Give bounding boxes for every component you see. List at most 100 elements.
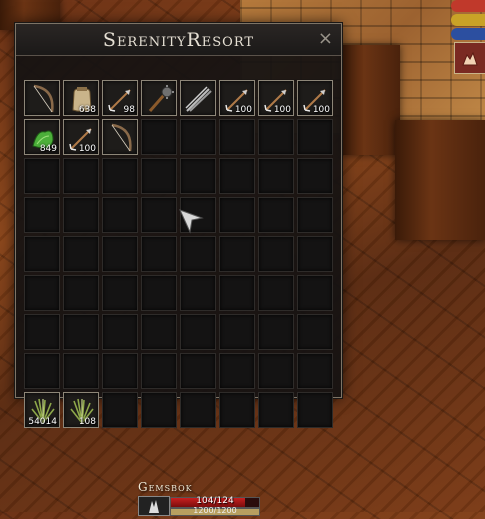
inventory-slot-empty[interactable] (180, 353, 216, 389)
inventory-slot-empty[interactable] (219, 392, 255, 428)
health-text: 104/124 (196, 496, 234, 506)
item-quantity: 849 (39, 144, 57, 154)
inventory-slot-empty[interactable] (141, 158, 177, 194)
mace-icon (148, 85, 174, 112)
item-quantity: 638 (78, 105, 96, 115)
inventory-slot-empty[interactable] (180, 392, 216, 428)
inventory-slot-empty[interactable] (24, 158, 60, 194)
window-titlebar[interactable]: SerenityResort × (16, 24, 341, 56)
scene-beam (340, 45, 400, 155)
item-quantity: 54014 (28, 417, 57, 427)
inventory-slot-item[interactable]: 100 (297, 80, 333, 116)
inventory-slot-item[interactable]: 100 (63, 119, 99, 155)
inventory-slot-empty[interactable] (297, 275, 333, 311)
inventory-slot-empty[interactable] (141, 236, 177, 272)
target-frame: Gemsbok 104/124 1200/1200 (138, 480, 263, 516)
inventory-slot-empty[interactable] (297, 353, 333, 389)
mouse-cursor-icon (179, 209, 204, 234)
scene-beam (395, 120, 485, 240)
inventory-slot-empty[interactable] (297, 392, 333, 428)
inventory-slot-empty[interactable] (258, 236, 294, 272)
inventory-slot-empty[interactable] (63, 314, 99, 350)
inventory-slot-item[interactable] (24, 80, 60, 116)
inventory-slot-empty[interactable] (180, 314, 216, 350)
item-quantity: 100 (234, 105, 252, 115)
inventory-slot-empty[interactable] (219, 197, 255, 233)
inventory-slot-empty[interactable] (141, 353, 177, 389)
inventory-slot-empty[interactable] (102, 392, 138, 428)
inventory-slot-empty[interactable] (24, 353, 60, 389)
inventory-slot-empty[interactable] (297, 197, 333, 233)
inventory-slot-empty[interactable] (63, 275, 99, 311)
inventory-slot-empty[interactable] (141, 275, 177, 311)
target-portrait-icon (138, 496, 170, 516)
inventory-slot-empty[interactable] (63, 197, 99, 233)
inventory-slot-empty[interactable] (24, 197, 60, 233)
inventory-slot-empty[interactable] (258, 314, 294, 350)
inventory-slot-empty[interactable] (258, 392, 294, 428)
inventory-slot-empty[interactable] (219, 314, 255, 350)
inventory-slot-empty[interactable] (24, 314, 60, 350)
inventory-slot-empty[interactable] (219, 158, 255, 194)
inventory-slot-empty[interactable] (219, 353, 255, 389)
inventory-slot-empty[interactable] (24, 236, 60, 272)
target-stamina-bar: 1200/1200 (170, 506, 260, 516)
bolt-bundle-icon (185, 86, 212, 112)
inventory-slot-empty[interactable] (102, 314, 138, 350)
inventory-slot-item[interactable]: 108 (63, 392, 99, 428)
item-quantity: 100 (312, 105, 330, 115)
inventory-slot-empty[interactable] (141, 314, 177, 350)
inventory-slot-empty[interactable] (297, 314, 333, 350)
window-title: SerenityResort (102, 28, 255, 51)
inventory-slot-empty[interactable] (180, 119, 216, 155)
status-effects (451, 0, 485, 74)
inventory-slot-empty[interactable] (141, 119, 177, 155)
inventory-slot-empty[interactable] (24, 275, 60, 311)
inventory-slot-item[interactable] (102, 119, 138, 155)
status-buff-icon[interactable] (454, 42, 485, 74)
inventory-slot-empty[interactable] (102, 236, 138, 272)
inventory-slot-empty[interactable] (180, 236, 216, 272)
inventory-slot-item[interactable]: 849 (24, 119, 60, 155)
inventory-slot-empty[interactable] (258, 197, 294, 233)
inventory-slot-item[interactable] (180, 80, 216, 116)
bow-icon (111, 123, 132, 152)
inventory-slot-empty[interactable] (219, 275, 255, 311)
inventory-slot-empty[interactable] (219, 236, 255, 272)
inventory-slot-empty[interactable] (258, 119, 294, 155)
item-quantity: 108 (78, 417, 96, 427)
inventory-slot-item[interactable]: 638 (63, 80, 99, 116)
close-icon[interactable]: × (318, 28, 333, 49)
inventory-slot-empty[interactable] (219, 119, 255, 155)
inventory-slot-item[interactable] (141, 80, 177, 116)
stamina-text: 1200/1200 (193, 506, 237, 515)
inventory-slot-empty[interactable] (258, 353, 294, 389)
inventory-slot-empty[interactable] (102, 158, 138, 194)
inventory-grid: 638 98 100 100 100 849 100 54014 108 (24, 80, 333, 428)
inventory-slot-empty[interactable] (297, 158, 333, 194)
inventory-slot-item[interactable]: 54014 (24, 392, 60, 428)
item-quantity: 100 (273, 105, 291, 115)
status-bar-red (451, 0, 485, 12)
inventory-slot-empty[interactable] (63, 158, 99, 194)
inventory-slot-empty[interactable] (102, 275, 138, 311)
inventory-slot-empty[interactable] (141, 197, 177, 233)
inventory-slot-empty[interactable] (258, 158, 294, 194)
inventory-slot-item[interactable]: 98 (102, 80, 138, 116)
inventory-slot-empty[interactable] (297, 119, 333, 155)
inventory-slot-empty[interactable] (63, 236, 99, 272)
target-name: Gemsbok (138, 480, 193, 494)
inventory-slot-item[interactable]: 100 (219, 80, 255, 116)
status-bar-blue (451, 28, 485, 40)
inventory-slot-item[interactable]: 100 (258, 80, 294, 116)
inventory-slot-empty[interactable] (297, 236, 333, 272)
inventory-slot-empty[interactable] (180, 158, 216, 194)
inventory-slot-empty[interactable] (258, 275, 294, 311)
inventory-slot-empty[interactable] (63, 353, 99, 389)
status-bar-yellow (451, 14, 485, 26)
inventory-slot-empty[interactable] (141, 392, 177, 428)
inventory-slot-empty[interactable] (102, 353, 138, 389)
inventory-slot-empty[interactable] (180, 275, 216, 311)
inventory-slot-empty[interactable] (102, 197, 138, 233)
bow-icon (33, 84, 54, 113)
